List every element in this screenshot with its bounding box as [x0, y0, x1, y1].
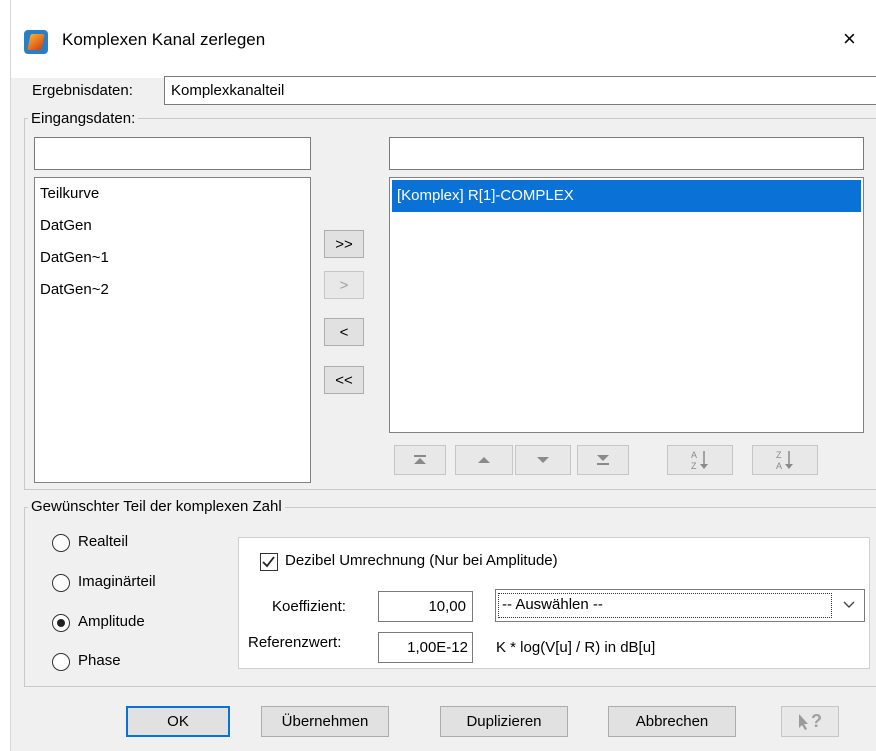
window-title: Komplexen Kanal zerlegen: [62, 30, 266, 49]
result-label: Ergebnisdaten:: [32, 82, 133, 99]
coefficient-field[interactable]: [378, 591, 473, 622]
list-item[interactable]: DatGen~2: [35, 274, 310, 306]
move-down-button[interactable]: [515, 445, 571, 475]
move-bottom-icon: [597, 455, 609, 465]
remove-all-button[interactable]: <<: [324, 366, 364, 394]
sort-ascending-button[interactable]: A Z: [667, 445, 733, 475]
available-filter-field[interactable]: [34, 137, 311, 170]
cancel-button[interactable]: Abbrechen: [608, 706, 736, 737]
duplicate-button[interactable]: Duplizieren: [440, 706, 568, 737]
add-all-button[interactable]: >>: [324, 230, 364, 258]
background-window-edge: [0, 0, 11, 751]
sort-descending-icon: Z A: [776, 450, 793, 471]
remove-button[interactable]: <: [324, 318, 364, 346]
result-name-input[interactable]: [165, 77, 876, 104]
chevron-down-icon[interactable]: [842, 595, 856, 615]
help-question-mark: ?: [811, 711, 822, 731]
app-icon: [24, 30, 48, 54]
sort-ascending-icon: A Z: [691, 450, 708, 471]
move-top-button[interactable]: [394, 445, 446, 475]
reference-input[interactable]: [379, 633, 472, 662]
available-channels-list[interactable]: Teilkurve DatGen DatGen~1 DatGen~2: [34, 177, 311, 483]
list-item[interactable]: DatGen: [35, 210, 310, 242]
selected-channels-list[interactable]: [Komplex] R[1]-COMPLEX: [389, 177, 864, 433]
radio-amplitude[interactable]: [52, 614, 70, 632]
close-icon[interactable]: ×: [843, 26, 856, 52]
radio-amplitude-label[interactable]: Amplitude: [78, 613, 145, 630]
reference-label: Referenzwert:: [248, 634, 342, 651]
radio-realteil[interactable]: [52, 534, 70, 552]
svg-text:Z: Z: [776, 450, 782, 460]
result-name-field[interactable]: [164, 76, 876, 105]
radio-imaginaerteil[interactable]: [52, 574, 70, 592]
help-pointer-icon: [799, 713, 808, 730]
svg-text:A: A: [691, 450, 697, 460]
decibel-checkbox[interactable]: [260, 553, 278, 571]
coefficient-input[interactable]: [379, 592, 472, 621]
list-item[interactable]: [Komplex] R[1]-COMPLEX: [392, 180, 861, 212]
svg-text:Z: Z: [691, 461, 697, 471]
add-button[interactable]: >: [324, 271, 364, 299]
ok-button[interactable]: OK: [126, 706, 230, 737]
apply-button[interactable]: Übernehmen: [261, 706, 389, 737]
preset-select-value: -- Auswählen --: [498, 593, 832, 618]
move-bottom-button[interactable]: [577, 445, 629, 475]
decibel-formula: K * log(V[u] / R) in dB[u]: [496, 639, 656, 656]
radio-phase-label[interactable]: Phase: [78, 652, 121, 669]
dialog-window: Komplexen Kanal zerlegen × Ergebnisdaten…: [0, 0, 876, 751]
selected-filter-field[interactable]: [389, 137, 864, 170]
title-bar: Komplexen Kanal zerlegen ×: [0, 0, 876, 78]
coefficient-label: Koeffizient:: [272, 598, 346, 615]
complex-part-group-title: Gewünschter Teil der komplexen Zahl: [28, 498, 285, 515]
radio-realteil-label[interactable]: Realteil: [78, 533, 128, 550]
move-top-icon: [414, 455, 426, 464]
move-down-icon: [537, 457, 549, 463]
radio-phase[interactable]: [52, 653, 70, 671]
list-item[interactable]: Teilkurve: [35, 178, 310, 210]
input-data-group-title: Eingangsdaten:: [28, 110, 139, 127]
preset-select[interactable]: -- Auswählen --: [495, 589, 865, 622]
selected-filter-input[interactable]: [390, 138, 863, 169]
reference-field[interactable]: [378, 632, 473, 663]
radio-imaginaerteil-label[interactable]: Imaginärteil: [78, 573, 156, 590]
svg-text:A: A: [776, 461, 782, 471]
move-up-icon: [478, 457, 490, 463]
available-filter-input[interactable]: [35, 138, 310, 169]
sort-descending-button[interactable]: Z A: [752, 445, 818, 475]
checkmark-icon: [262, 556, 275, 568]
decibel-checkbox-label[interactable]: Dezibel Umrechnung (Nur bei Amplitude): [285, 552, 558, 569]
help-button[interactable]: ?: [781, 706, 839, 737]
move-up-button[interactable]: [455, 445, 513, 475]
list-item[interactable]: DatGen~1: [35, 242, 310, 274]
